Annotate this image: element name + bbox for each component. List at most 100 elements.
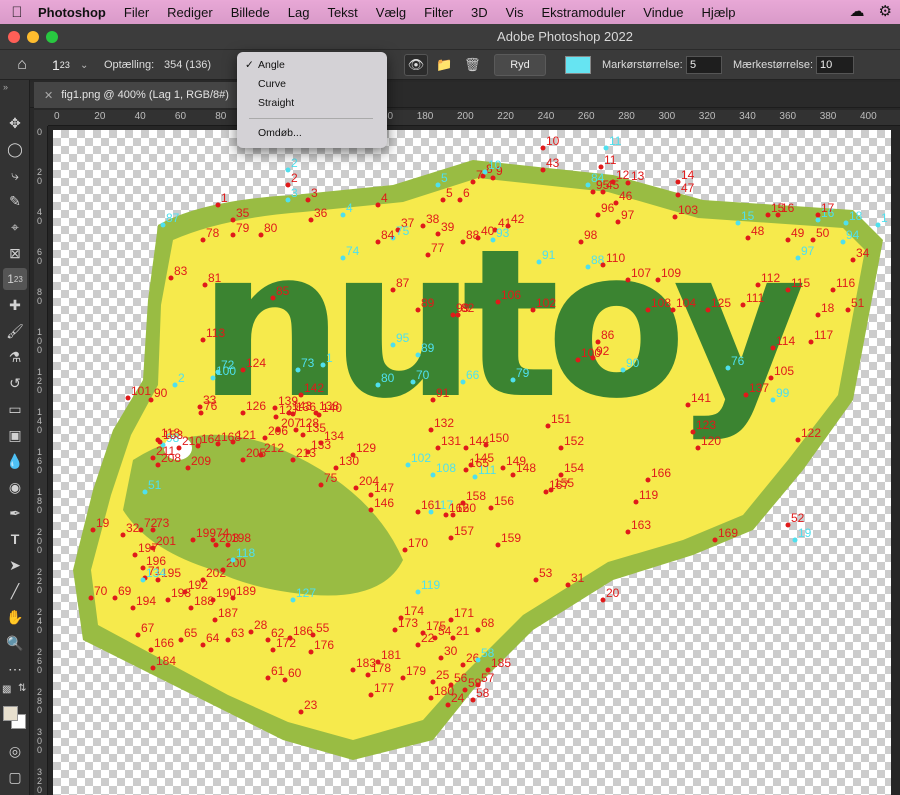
count-marker-dot[interactable]: [795, 437, 801, 443]
count-marker-dot[interactable]: [462, 687, 468, 693]
count-marker-dot[interactable]: [600, 597, 606, 603]
count-marker-dot[interactable]: [443, 512, 449, 518]
count-marker-dot[interactable]: [600, 262, 606, 268]
count-marker-dot[interactable]: [850, 257, 856, 263]
count-marker-dot[interactable]: [176, 445, 182, 451]
count-marker-dot[interactable]: [455, 312, 461, 318]
count-marker-dot[interactable]: [785, 287, 791, 293]
count-marker-dot[interactable]: [212, 617, 218, 623]
count-marker-dot[interactable]: [565, 582, 571, 588]
count-marker-dot[interactable]: [470, 697, 476, 703]
count-marker-dot[interactable]: [435, 231, 441, 237]
line-tool-icon[interactable]: ╱: [3, 580, 27, 602]
count-marker-dot[interactable]: [285, 197, 291, 203]
marker-color-swatch[interactable]: [565, 56, 591, 74]
menu-filer[interactable]: Filer: [115, 5, 158, 20]
count-marker-dot[interactable]: [743, 392, 749, 398]
count-marker-dot[interactable]: [450, 512, 456, 518]
folder-icon[interactable]: 📁: [436, 50, 452, 80]
clear-button[interactable]: Ryd: [494, 54, 546, 76]
count-marker-dot[interactable]: [148, 397, 154, 403]
count-marker-dot[interactable]: [810, 237, 816, 243]
marquee-tool-icon[interactable]: ◯: [3, 138, 27, 160]
zoom-tool-icon[interactable]: 🔍: [3, 632, 27, 654]
count-marker-dot[interactable]: [792, 537, 798, 543]
count-marker-dot[interactable]: [435, 445, 441, 451]
count-marker-dot[interactable]: [457, 197, 463, 203]
count-marker-dot[interactable]: [310, 632, 316, 638]
count-marker-dot[interactable]: [543, 489, 549, 495]
count-marker-dot[interactable]: [185, 465, 191, 471]
label-size-input[interactable]: 10: [816, 56, 854, 74]
count-marker-dot[interactable]: [390, 287, 396, 293]
count-marker-dot[interactable]: [120, 532, 126, 538]
count-marker-dot[interactable]: [272, 405, 278, 411]
count-marker-dot[interactable]: [200, 237, 206, 243]
count-marker-dot[interactable]: [495, 542, 501, 548]
home-icon[interactable]: ⌂: [12, 50, 32, 80]
count-marker-dot[interactable]: [425, 252, 431, 258]
count-marker-dot[interactable]: [415, 589, 421, 595]
count-marker-dot[interactable]: [675, 179, 681, 185]
count-marker-dot[interactable]: [140, 577, 146, 583]
count-marker-dot[interactable]: [410, 379, 416, 385]
count-marker-dot[interactable]: [392, 627, 398, 633]
count-marker-dot[interactable]: [448, 617, 454, 623]
count-marker-dot[interactable]: [240, 457, 246, 463]
dropdown-item-curve[interactable]: Curve: [237, 75, 387, 93]
count-marker-dot[interactable]: [402, 547, 408, 553]
count-marker-dot[interactable]: [595, 212, 601, 218]
count-marker-dot[interactable]: [215, 202, 221, 208]
count-marker-dot[interactable]: [375, 382, 381, 388]
count-marker-dot[interactable]: [460, 379, 466, 385]
count-marker-dot[interactable]: [172, 382, 178, 388]
count-marker-dot[interactable]: [265, 675, 271, 681]
menu-billede[interactable]: Billede: [222, 5, 279, 20]
count-marker-dot[interactable]: [132, 552, 138, 558]
dropdown-item-angle[interactable]: ✓ Angle: [237, 56, 387, 74]
count-marker-dot[interactable]: [672, 214, 678, 220]
count-marker-dot[interactable]: [482, 169, 488, 175]
count-marker-dot[interactable]: [405, 462, 411, 468]
count-marker-dot[interactable]: [585, 264, 591, 270]
count-marker-dot[interactable]: [840, 239, 846, 245]
count-marker-dot[interactable]: [725, 365, 731, 371]
menu-vis[interactable]: Vis: [497, 5, 533, 20]
count-marker-dot[interactable]: [735, 220, 741, 226]
count-marker-dot[interactable]: [675, 192, 681, 198]
count-marker-dot[interactable]: [225, 542, 231, 548]
count-marker-dot[interactable]: [475, 682, 481, 688]
count-marker-dot[interactable]: [770, 345, 776, 351]
count-marker-dot[interactable]: [808, 339, 814, 345]
type-tool-icon[interactable]: T: [3, 528, 27, 550]
count-marker-dot[interactable]: [202, 282, 208, 288]
count-marker-dot[interactable]: [350, 667, 356, 673]
count-marker-dot[interactable]: [197, 404, 203, 410]
frame-tool-icon[interactable]: ⊠: [3, 242, 27, 264]
count-marker-dot[interactable]: [430, 472, 436, 478]
close-icon[interactable]: ✕: [44, 89, 53, 102]
count-marker-dot[interactable]: [340, 255, 346, 261]
count-marker-dot[interactable]: [785, 522, 791, 528]
count-marker-dot[interactable]: [200, 337, 206, 343]
count-marker-dot[interactable]: [130, 605, 136, 611]
count-marker-dot[interactable]: [353, 485, 359, 491]
menu-vaelg[interactable]: Vælg: [367, 5, 415, 20]
count-marker-dot[interactable]: [450, 312, 456, 318]
gradient-tool-icon[interactable]: ▣: [3, 424, 27, 446]
count-marker-dot[interactable]: [415, 352, 421, 358]
count-marker-dot[interactable]: [510, 472, 516, 478]
count-marker-dot[interactable]: [633, 499, 639, 505]
count-marker-dot[interactable]: [112, 595, 118, 601]
count-marker-dot[interactable]: [390, 342, 396, 348]
count-marker-dot[interactable]: [500, 465, 506, 471]
stamp-tool-icon[interactable]: ⚗: [3, 346, 27, 368]
count-marker-dot[interactable]: [282, 677, 288, 683]
foreground-color-swatch[interactable]: [3, 706, 18, 721]
move-tool-icon[interactable]: ✥: [3, 112, 27, 134]
apple-icon[interactable]: : [0, 4, 34, 21]
count-marker-dot[interactable]: [445, 702, 451, 708]
count-tool-icon[interactable]: 123: [52, 50, 70, 80]
count-marker-dot[interactable]: [298, 709, 304, 715]
chevron-down-icon[interactable]: ⌄: [80, 50, 88, 80]
